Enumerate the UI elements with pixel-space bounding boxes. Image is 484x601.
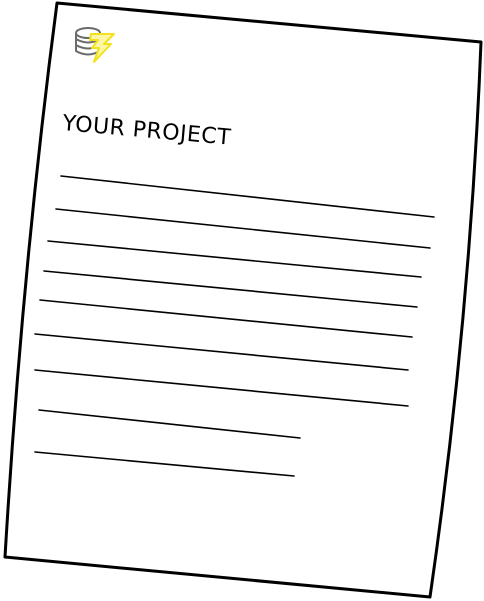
illustration: YOUR PROJECT xyxy=(0,0,484,601)
document-illustration: YOUR PROJECT xyxy=(3,1,483,599)
paper-sheet xyxy=(3,1,483,599)
